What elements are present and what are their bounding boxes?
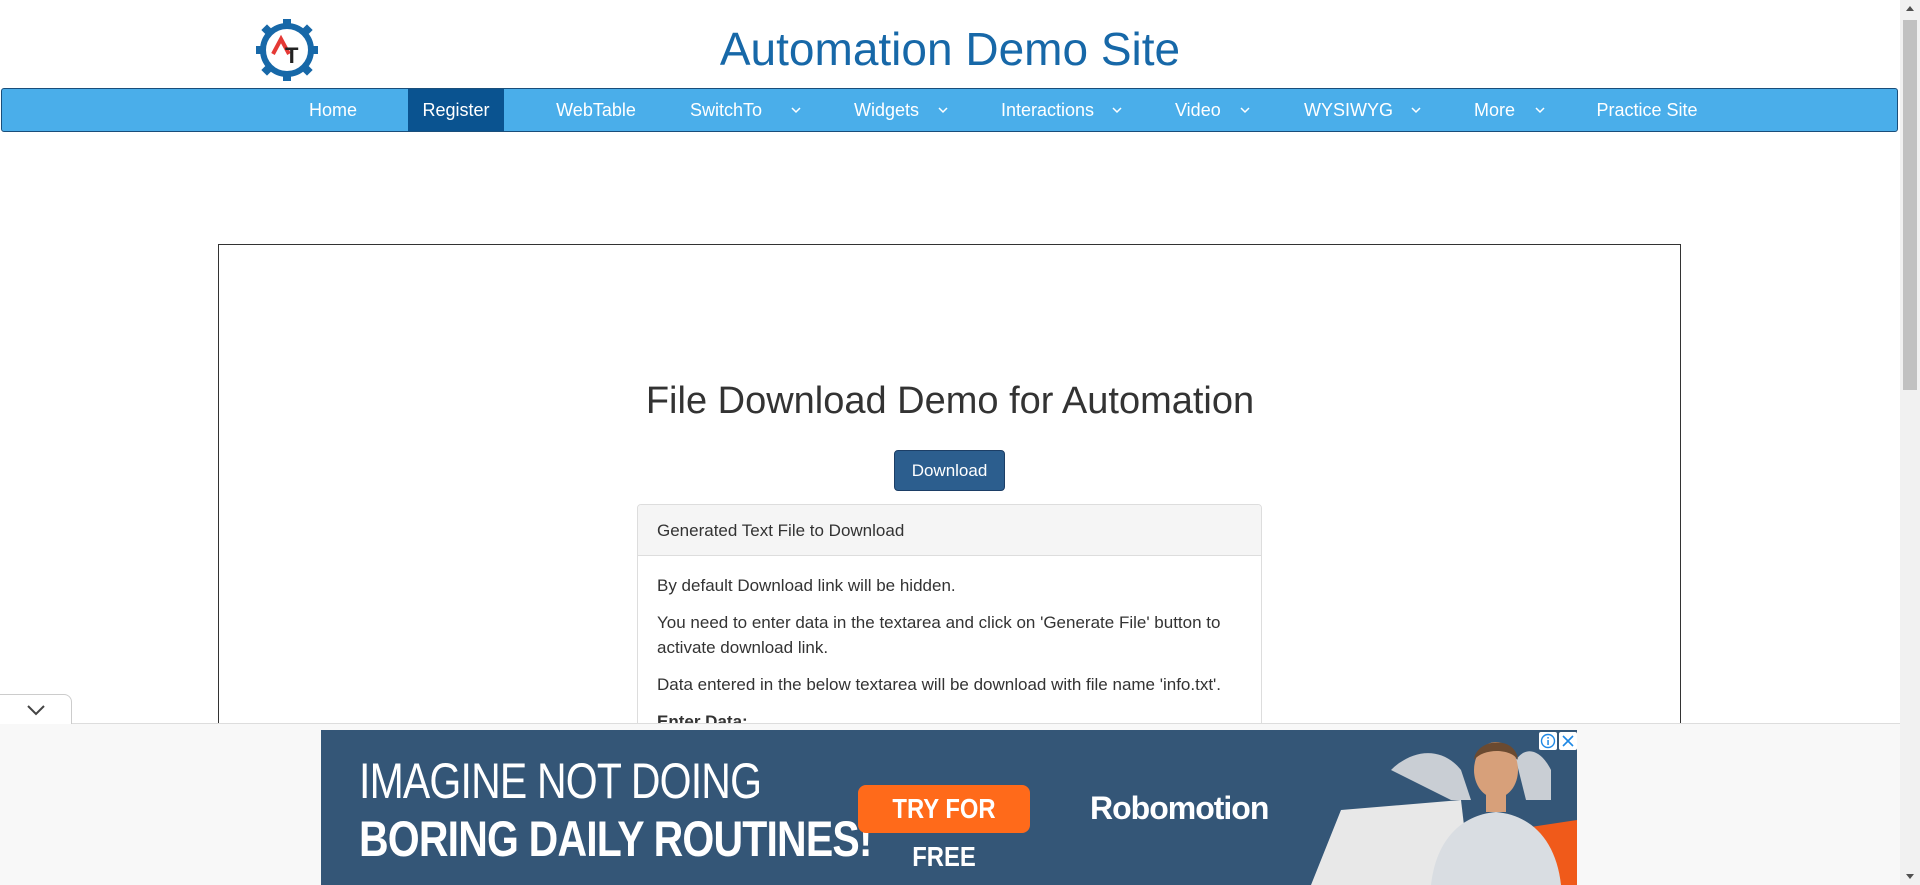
card-body: By default Download link will be hidden.… xyxy=(638,556,1261,734)
download-card: Generated Text File to Download By defau… xyxy=(637,504,1262,744)
card-title: Generated Text File to Download xyxy=(638,505,1261,556)
advertisement-banner[interactable]: IMAGINE NOT DOING BORING DAILY ROUTINES!… xyxy=(321,730,1577,885)
nav-video[interactable]: Video xyxy=(1175,89,1235,131)
vertical-scrollbar[interactable] xyxy=(1900,0,1920,885)
ad-headline-line2: BORING DAILY ROUTINES! xyxy=(359,811,873,867)
site-title: Automation Demo Site xyxy=(719,23,1181,75)
nav-webtable[interactable]: WebTable xyxy=(542,89,650,131)
chevron-down-icon[interactable] xyxy=(937,104,949,116)
scroll-up-arrow-icon[interactable] xyxy=(1900,0,1920,17)
chevron-down-icon[interactable] xyxy=(1534,104,1546,116)
card-paragraph: By default Download link will be hidden. xyxy=(657,576,956,595)
ad-brand-logo: Robomotion xyxy=(1090,790,1269,826)
nav-register-label: Register xyxy=(422,100,490,120)
card-paragraph: Data entered in the below textarea will … xyxy=(657,675,1222,694)
nav-more-label: More xyxy=(1474,100,1516,120)
nav-more[interactable]: More xyxy=(1474,89,1534,131)
nav-home[interactable]: Home xyxy=(292,89,374,131)
site-header: T Automation Demo Site xyxy=(0,0,1900,88)
nav-video-label: Video xyxy=(1175,100,1221,120)
nav-practice-site[interactable]: Practice Site xyxy=(1587,89,1707,131)
nav-widgets[interactable]: Widgets xyxy=(854,89,934,131)
chevron-down-icon[interactable] xyxy=(1239,104,1251,116)
ad-cta-button[interactable]: TRY FOR FREE xyxy=(858,785,1030,872)
nav-switchto-label: SwitchTo xyxy=(690,100,763,120)
nav-wysiwyg[interactable]: WYSIWYG xyxy=(1304,89,1404,131)
card-paragraph: You need to enter data in the textarea a… xyxy=(657,613,1221,657)
nav-wysiwyg-label: WYSIWYG xyxy=(1304,100,1393,120)
chevron-down-icon[interactable] xyxy=(1111,104,1123,116)
main-navbar: Home Register WebTable SwitchTo Widgets … xyxy=(1,88,1898,132)
ad-info-icon[interactable] xyxy=(1539,732,1557,750)
nav-widgets-label: Widgets xyxy=(854,100,920,120)
nav-practice-site-label: Practice Site xyxy=(1596,100,1698,120)
chevron-down-icon[interactable] xyxy=(790,104,802,116)
ad-close-icon[interactable] xyxy=(1559,732,1577,750)
ad-person-image xyxy=(1311,742,1577,885)
nav-switchto[interactable]: SwitchTo xyxy=(690,89,785,131)
scrollbar-thumb[interactable] xyxy=(1903,20,1917,390)
chevron-down-icon[interactable] xyxy=(1410,104,1422,116)
ad-headline-line1: IMAGINE NOT DOING xyxy=(359,753,762,809)
ad-cta-label: TRY FOR FREE xyxy=(892,793,996,872)
nav-home-label: Home xyxy=(308,100,357,120)
download-button[interactable]: Download xyxy=(894,450,1005,491)
nav-register[interactable]: Register xyxy=(408,89,504,131)
chevron-down-icon xyxy=(27,705,45,716)
nav-interactions[interactable]: Interactions xyxy=(1001,89,1113,131)
ad-collapse-toggle[interactable] xyxy=(0,694,72,724)
nav-webtable-label: WebTable xyxy=(556,100,636,120)
scroll-down-arrow-icon[interactable] xyxy=(1900,868,1920,885)
nav-interactions-label: Interactions xyxy=(1001,100,1095,120)
page-heading: File Download Demo for Automation xyxy=(645,380,1255,422)
